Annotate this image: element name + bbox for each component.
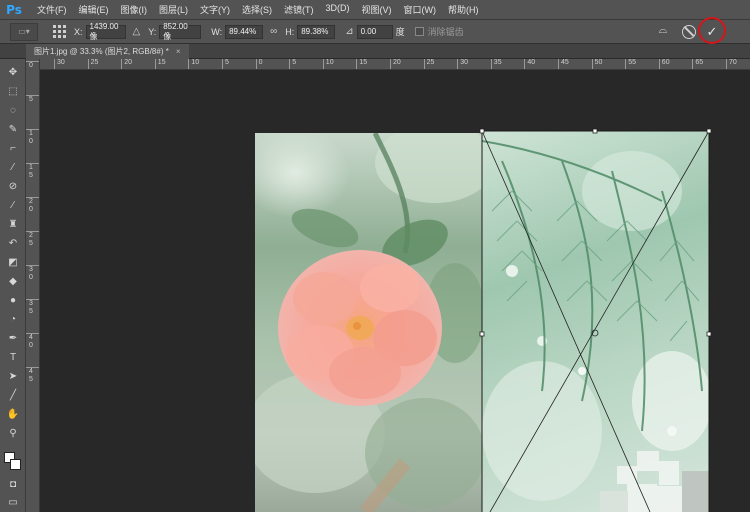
- healing-brush-tool-icon[interactable]: ⊘: [4, 179, 22, 195]
- relative-position-icon[interactable]: △: [133, 26, 141, 37]
- menu-item[interactable]: 3D(D): [320, 3, 356, 16]
- menu-item[interactable]: 图层(L): [153, 3, 194, 16]
- photoshop-logo: Ps: [6, 2, 22, 17]
- menu-item[interactable]: 图像(I): [115, 3, 154, 16]
- zoom-tool-icon[interactable]: ⚲: [4, 426, 22, 442]
- lasso-tool-icon[interactable]: ◌: [4, 103, 22, 119]
- rotate-icon: ⊿: [345, 26, 354, 37]
- brush-tool-icon[interactable]: ∕: [4, 198, 22, 214]
- check-icon[interactable]: ✓: [702, 22, 722, 42]
- move-tool-icon[interactable]: ✥: [4, 65, 22, 81]
- background-color-swatch[interactable]: [10, 459, 21, 470]
- menu-item[interactable]: 窗口(W): [398, 3, 443, 16]
- rotation-input[interactable]: 0.00: [356, 24, 393, 39]
- ruler-tick-label: 3 5: [26, 299, 39, 316]
- document-tab-bar: 图片1.jpg @ 33.3% (图片2, RGB/8#) * ×: [0, 44, 750, 59]
- ruler-tick-label: 35: [490, 59, 502, 69]
- ruler-tick-label: 15: [356, 59, 367, 69]
- cancel-icon[interactable]: [682, 25, 696, 39]
- ruler-tick-label: 2 0: [26, 197, 39, 214]
- hand-tool-icon[interactable]: ✋: [4, 407, 22, 423]
- ruler-tick-label: 1 5: [26, 163, 39, 180]
- clone-stamp-tool-icon[interactable]: ♜: [4, 217, 22, 233]
- warp-icon[interactable]: ⌓: [655, 24, 671, 40]
- ruler-tick-label: 4 5: [26, 367, 39, 384]
- ruler-tick-label: 5: [222, 59, 229, 69]
- menu-item[interactable]: 选择(S): [236, 3, 278, 16]
- ruler-tick-label: 50: [591, 59, 602, 69]
- menu-item[interactable]: 编辑(E): [73, 3, 115, 16]
- vertical-ruler: 0 5 1 0 1 5 2 0 2 5 3 0 3 5 4 0 4 5: [26, 59, 40, 512]
- ruler-tick-label: 30: [457, 59, 468, 69]
- ruler-tick-label: 45: [558, 59, 569, 69]
- menu-bar: Ps 文件(F) 编辑(E) 图像(I) 图层(L) 文字(Y) 选择(S) 滤镜(T) 3D…: [0, 0, 750, 20]
- menu-item[interactable]: 文件(F): [31, 3, 73, 16]
- transform-box[interactable]: [40, 70, 750, 512]
- type-tool-icon[interactable]: T: [4, 350, 22, 366]
- menu-item[interactable]: 帮助(H): [442, 3, 485, 16]
- horizontal-ruler: 30 25 20 15 10 5 0 5 10 15 20 25 30 35 40 45 50 55 60 65 70: [40, 59, 750, 70]
- ruler-tick-label: 5: [26, 95, 39, 104]
- ruler-tick-label: 60: [658, 59, 670, 69]
- antialias-checkbox[interactable]: [414, 27, 424, 36]
- reference-point-icon[interactable]: [52, 25, 66, 39]
- ruler-tick-label: 0: [26, 61, 39, 70]
- close-icon[interactable]: ×: [176, 47, 181, 56]
- ruler-tick-label: 2 5: [26, 231, 39, 248]
- ruler-tick-label: 55: [625, 59, 636, 69]
- x-label: X:: [74, 26, 83, 37]
- dodge-tool-icon[interactable]: ◔: [4, 312, 22, 328]
- ruler-tick-label: 10: [322, 59, 334, 69]
- paint-bucket-tool-icon[interactable]: ◆: [4, 274, 22, 290]
- width-input[interactable]: 89.44%: [225, 24, 264, 39]
- menu-item[interactable]: 滤镜(T): [278, 3, 320, 16]
- height-input[interactable]: 89.38%: [297, 24, 336, 39]
- ruler-tick-label: 70: [726, 59, 737, 69]
- ruler-tick-label: 20: [121, 59, 132, 69]
- degree-unit: 度: [395, 27, 405, 37]
- canvas-area[interactable]: [40, 70, 750, 512]
- tool-preset-picker[interactable]: ▭▾: [10, 22, 38, 41]
- ruler-tick-label: 3 0: [26, 265, 39, 282]
- menu-item[interactable]: 文字(Y): [194, 3, 236, 16]
- options-bar: ▭▾ X: 1439.00 像 △ Y: 852.00 像 W: 89.44% …: [0, 20, 750, 44]
- document-tab-title: 图片1.jpg @ 33.3% (图片2, RGB/8#) *: [34, 47, 169, 56]
- w-label: W:: [211, 26, 223, 37]
- y-label: Y:: [148, 26, 157, 37]
- ruler-tick-label: 10: [188, 59, 199, 69]
- ruler-tick-label: 0: [255, 59, 263, 69]
- ruler-tick-label: 20: [390, 59, 401, 69]
- document-tab[interactable]: 图片1.jpg @ 33.3% (图片2, RGB/8#) * ×: [26, 44, 189, 59]
- x-position-input[interactable]: 1439.00 像: [85, 22, 126, 41]
- quick-mask-icon[interactable]: ◘: [4, 477, 22, 493]
- eyedropper-tool-icon[interactable]: ⁄: [4, 160, 22, 176]
- ruler-tick-label: 25: [423, 59, 434, 69]
- screen-mode-icon[interactable]: ▭: [4, 495, 22, 511]
- antialias-label: 消除锯齿: [427, 27, 464, 37]
- ruler-tick-label: 1 0: [26, 129, 39, 146]
- crop-tool-icon[interactable]: ⌐: [4, 141, 22, 157]
- history-brush-tool-icon[interactable]: ↶: [4, 236, 22, 252]
- menu-items: 文件(F) 编辑(E) 图像(I) 图层(L) 文字(Y) 选择(S) 滤镜(T) 3D(D)…: [31, 3, 485, 16]
- tools-panel: ✥ ⬚ ◌ ✎ ⌐ ⁄ ⊘ ∕ ♜ ↶ ◩ ◆ ● ◔ ✒ T ➤ ╱ ✋ ⚲ …: [0, 59, 26, 512]
- eraser-tool-icon[interactable]: ◩: [4, 255, 22, 271]
- link-icon[interactable]: ∞: [270, 26, 277, 37]
- ruler-tick-label: 15: [154, 59, 166, 69]
- ruler-tick-label: 25: [87, 59, 98, 69]
- h-label: H:: [285, 26, 295, 37]
- line-tool-icon[interactable]: ╱: [4, 388, 22, 404]
- ruler-tick-label: 40: [524, 59, 535, 69]
- pen-tool-icon[interactable]: ✒: [4, 331, 22, 347]
- quick-select-tool-icon[interactable]: ✎: [4, 122, 22, 138]
- ruler-tick-label: 4 0: [26, 333, 39, 350]
- path-select-tool-icon[interactable]: ➤: [4, 369, 22, 385]
- ruler-tick-label: 65: [692, 59, 703, 69]
- blur-tool-icon[interactable]: ●: [4, 293, 22, 309]
- ruler-tick-label: 5: [289, 59, 296, 69]
- menu-item[interactable]: 视图(V): [356, 3, 398, 16]
- marquee-tool-icon[interactable]: ⬚: [4, 84, 22, 100]
- y-position-input[interactable]: 852.00 像: [159, 22, 202, 41]
- ruler-tick-label: 30: [54, 59, 65, 69]
